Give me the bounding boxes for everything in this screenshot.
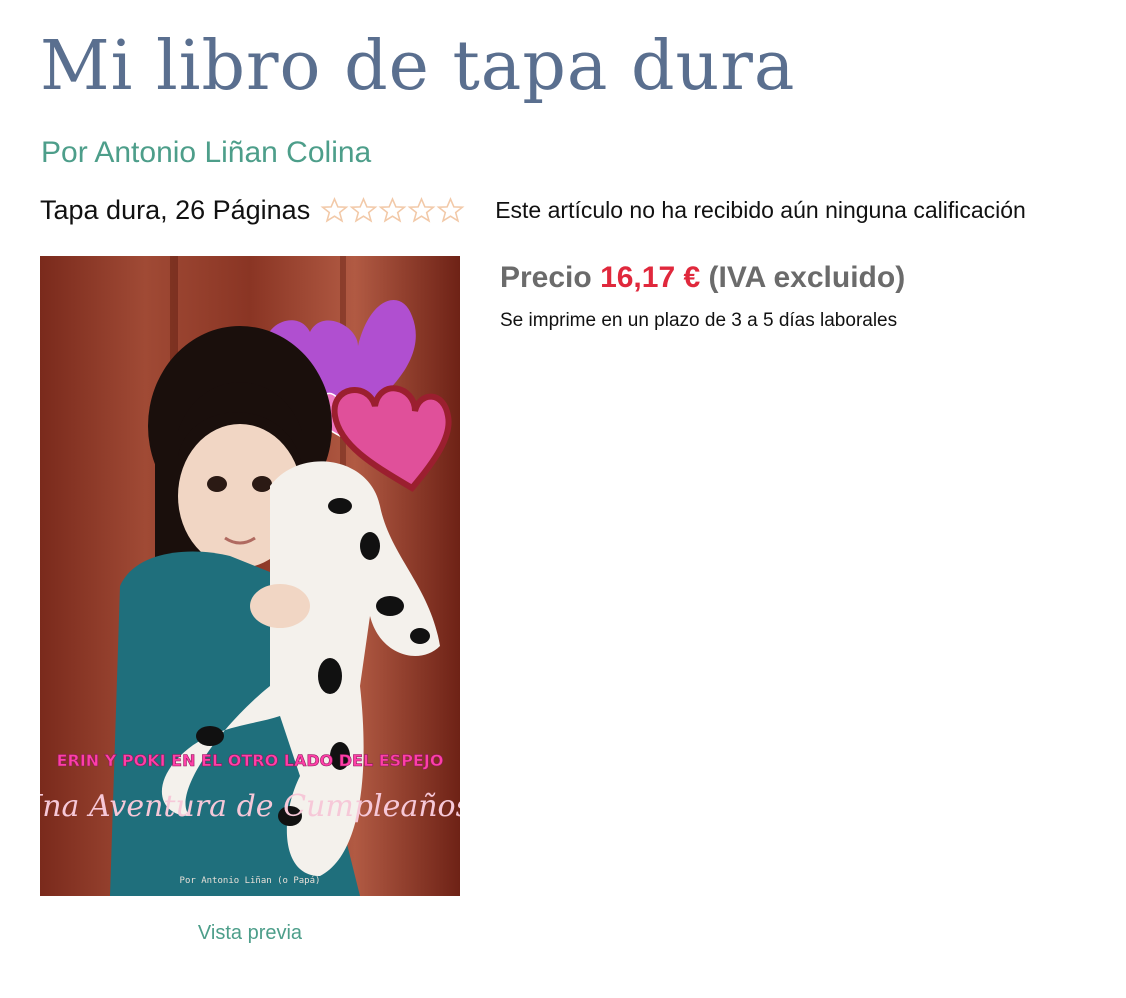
rating-note: Este artículo no ha recibido aún ninguna… [495, 196, 1026, 223]
preview-link[interactable]: Vista previa [40, 922, 460, 945]
price-line: Precio 16,17 € (IVA excluido) [500, 258, 905, 298]
cover-artwork: ERIN Y POKI EN EL OTRO LADO DEL ESPEJO U… [40, 256, 460, 896]
star-icon [349, 196, 378, 223]
product-page: Mi libro de tapa dura Por Antonio Liñan … [0, 0, 1126, 998]
rating-stars[interactable] [320, 196, 465, 225]
cover-credit-text: Por Antonio Liñan (o Papá) [180, 876, 321, 886]
product-meta: Tapa dura, 26 Páginas Este artículo no h… [40, 190, 1026, 230]
star-icon [378, 196, 407, 223]
star-icon [320, 196, 349, 223]
book-cover[interactable]: ERIN Y POKI EN EL OTRO LADO DEL ESPEJO U… [40, 256, 460, 896]
price-label: Precio [500, 261, 592, 294]
format-label: Tapa dura, 26 Páginas [40, 194, 311, 225]
page-title: Mi libro de tapa dura [40, 27, 796, 106]
author-link[interactable]: Por Antonio Liñan Colina [41, 134, 371, 172]
price-value: 16,17 € [600, 261, 701, 294]
tax-note: (IVA excluido) [708, 261, 906, 294]
shipping-note: Se imprime en un plazo de 3 a 5 días lab… [500, 310, 898, 331]
star-icon [407, 196, 436, 223]
cover-subtitle-text: Una Aventura de Cumpleaños! [40, 789, 460, 824]
price-block: Precio 16,17 € (IVA excluido) Se imprime… [500, 258, 905, 332]
cover-title-text: ERIN Y POKI EN EL OTRO LADO DEL ESPEJO [57, 751, 444, 770]
star-icon [436, 196, 465, 223]
